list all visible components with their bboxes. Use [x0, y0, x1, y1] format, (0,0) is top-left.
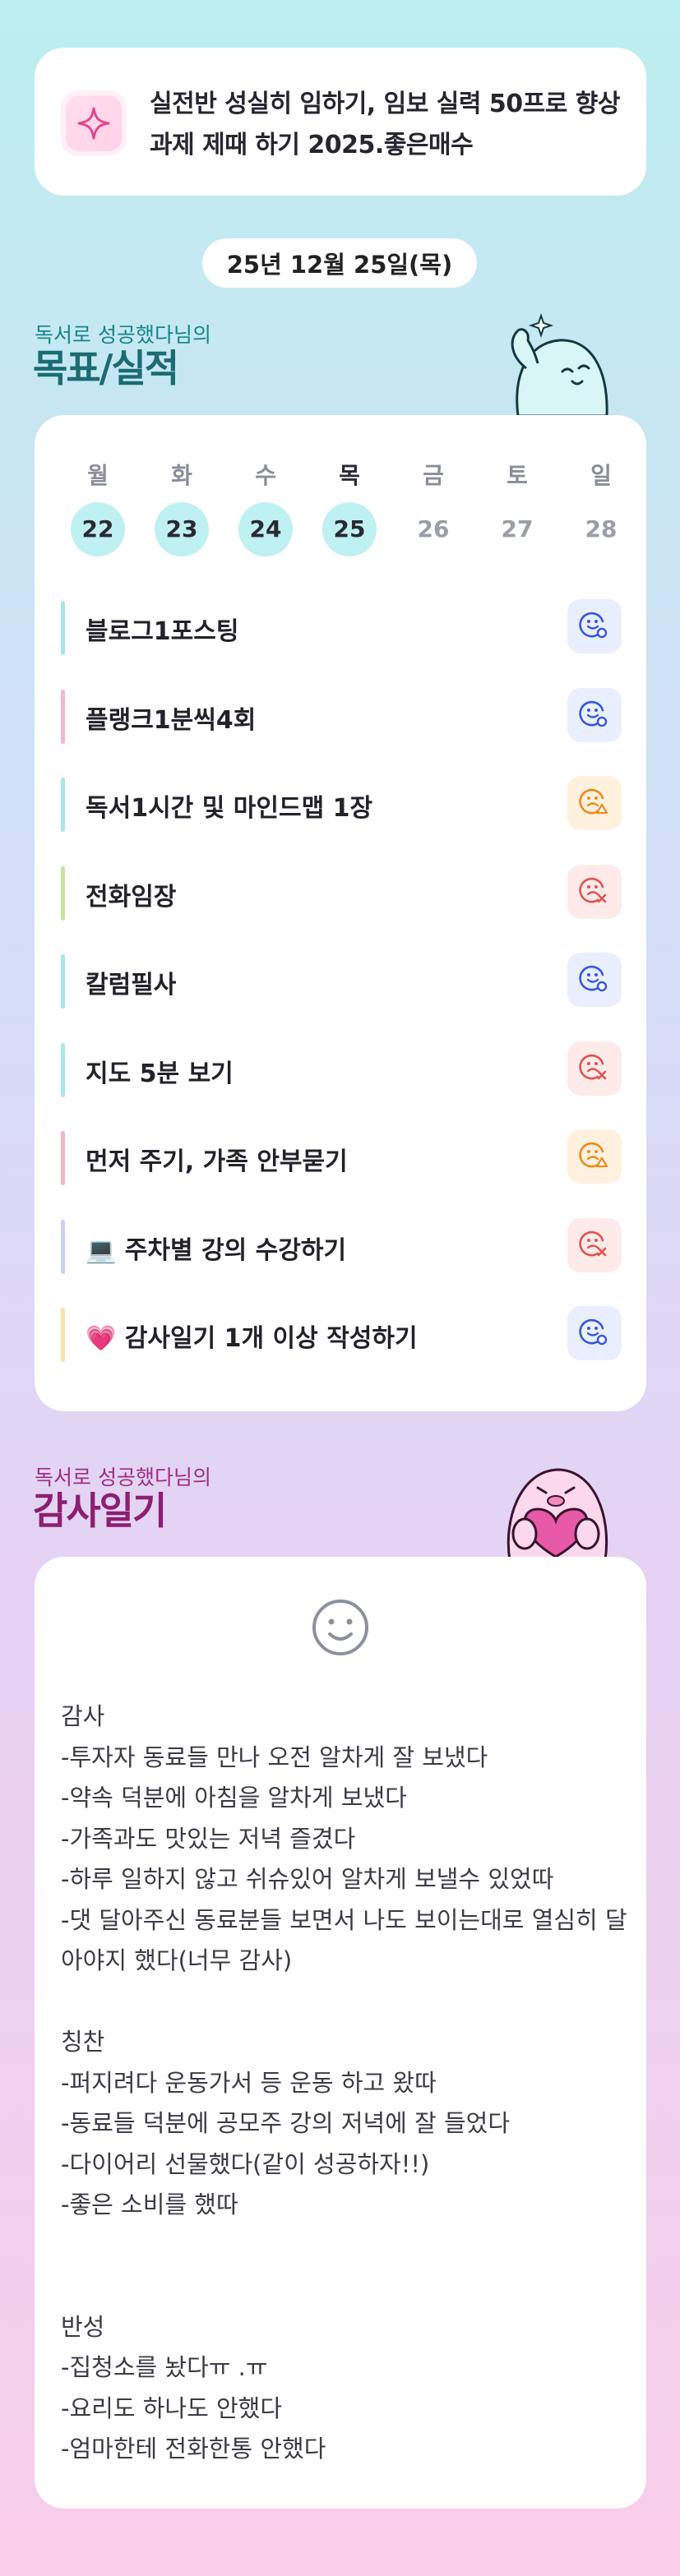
- task-item[interactable]: 먼저 주기, 가족 안부묻기: [61, 1123, 622, 1185]
- task-label: 지도 5분 보기: [86, 1059, 234, 1088]
- diary-text: 감사 -투자자 동료들 만나 오전 알차게 잘 보냈다 -약속 덕분에 아침을 …: [61, 1702, 627, 2463]
- sad-status-icon[interactable]: [567, 1217, 622, 1272]
- date-label: 25년 12월 25일(목): [202, 238, 477, 288]
- task-item[interactable]: 칼럼필사: [61, 946, 622, 1009]
- day-name: 금: [423, 462, 444, 489]
- day-number[interactable]: 26: [406, 502, 460, 556]
- task-item[interactable]: 지도 5분 보기: [61, 1035, 622, 1097]
- day-name: 토: [507, 462, 528, 489]
- day-number[interactable]: 24: [238, 502, 293, 556]
- task-label: 💗 감사일기 1개 이상 작성하기: [86, 1324, 418, 1353]
- neutral-status-icon[interactable]: [567, 776, 622, 830]
- day-name: 수: [255, 462, 276, 489]
- task-label: 💻 주차별 강의 수강하기: [86, 1235, 347, 1265]
- day-name: 월: [87, 462, 109, 489]
- task-color-bar: [61, 1308, 65, 1362]
- day-name: 화: [171, 462, 192, 489]
- gratitude-diary-card: 감사 -투자자 동료들 만나 오전 알차게 잘 보냈다 -약속 덕분에 아침을 …: [35, 1557, 646, 2509]
- smiley-face-icon[interactable]: [309, 1596, 372, 1659]
- task-item[interactable]: 블로그1포스팅: [61, 593, 622, 655]
- smile-status-icon[interactable]: [567, 953, 622, 1007]
- mascot-illustration: [493, 311, 617, 418]
- task-color-bar: [61, 1131, 65, 1185]
- task-color-bar: [61, 689, 65, 744]
- goals-section-title: 목표/실적: [33, 346, 179, 390]
- smile-status-icon[interactable]: [567, 599, 622, 653]
- task-label: 먼저 주기, 가족 안부묻기: [86, 1147, 348, 1176]
- sparkle-icon: [61, 90, 127, 156]
- task-color-bar: [61, 866, 65, 921]
- smile-status-icon[interactable]: [567, 1306, 622, 1360]
- mascot-heart-illustration: [492, 1455, 620, 1562]
- task-label: 칼럼필사: [86, 971, 177, 999]
- day-number[interactable]: 22: [71, 502, 125, 556]
- task-color-bar: [61, 778, 65, 832]
- day-name-today: 목: [339, 462, 360, 489]
- weekly-goals-card: 월 화 수 목 금 토 일 22 23 24 25 26 27 28 블로그1포…: [35, 415, 646, 1411]
- sad-status-icon[interactable]: [567, 1041, 622, 1096]
- sad-status-icon[interactable]: [567, 864, 622, 919]
- task-color-bar: [61, 954, 65, 1009]
- task-label: 블로그1포스팅: [86, 617, 239, 646]
- task-item[interactable]: 독서1시간 및 마인드맵 1장: [61, 769, 622, 832]
- day-number[interactable]: 28: [574, 502, 628, 556]
- task-item[interactable]: 💻 주차별 강의 수강하기: [61, 1212, 622, 1274]
- task-label: 플랭크1분씩4회: [86, 705, 257, 735]
- smile-status-icon[interactable]: [567, 687, 622, 742]
- diary-section-title: 감사일기: [33, 1489, 167, 1533]
- goal-text: 실전반 성실히 임하기, 임보 실력 50프로 향상 과제 제때 하기 2025…: [150, 90, 621, 159]
- task-label: 독서1시간 및 마인드맵 1장: [86, 794, 373, 823]
- day-number-today[interactable]: 25: [322, 502, 377, 556]
- task-item[interactable]: 플랭크1분씩4회: [61, 681, 622, 744]
- day-name: 일: [590, 462, 612, 489]
- task-color-bar: [61, 601, 65, 655]
- task-item[interactable]: 전화임장: [61, 858, 622, 921]
- task-color-bar: [61, 1219, 65, 1274]
- goal-banner[interactable]: 실전반 성실히 임하기, 임보 실력 50프로 향상 과제 제때 하기 2025…: [35, 48, 646, 196]
- task-color-bar: [61, 1042, 65, 1097]
- day-number[interactable]: 23: [155, 502, 209, 556]
- task-label: 전화임장: [86, 882, 177, 912]
- task-item[interactable]: 💗 감사일기 1개 이상 작성하기: [61, 1300, 622, 1362]
- day-number[interactable]: 27: [490, 502, 544, 556]
- neutral-status-icon[interactable]: [567, 1129, 622, 1184]
